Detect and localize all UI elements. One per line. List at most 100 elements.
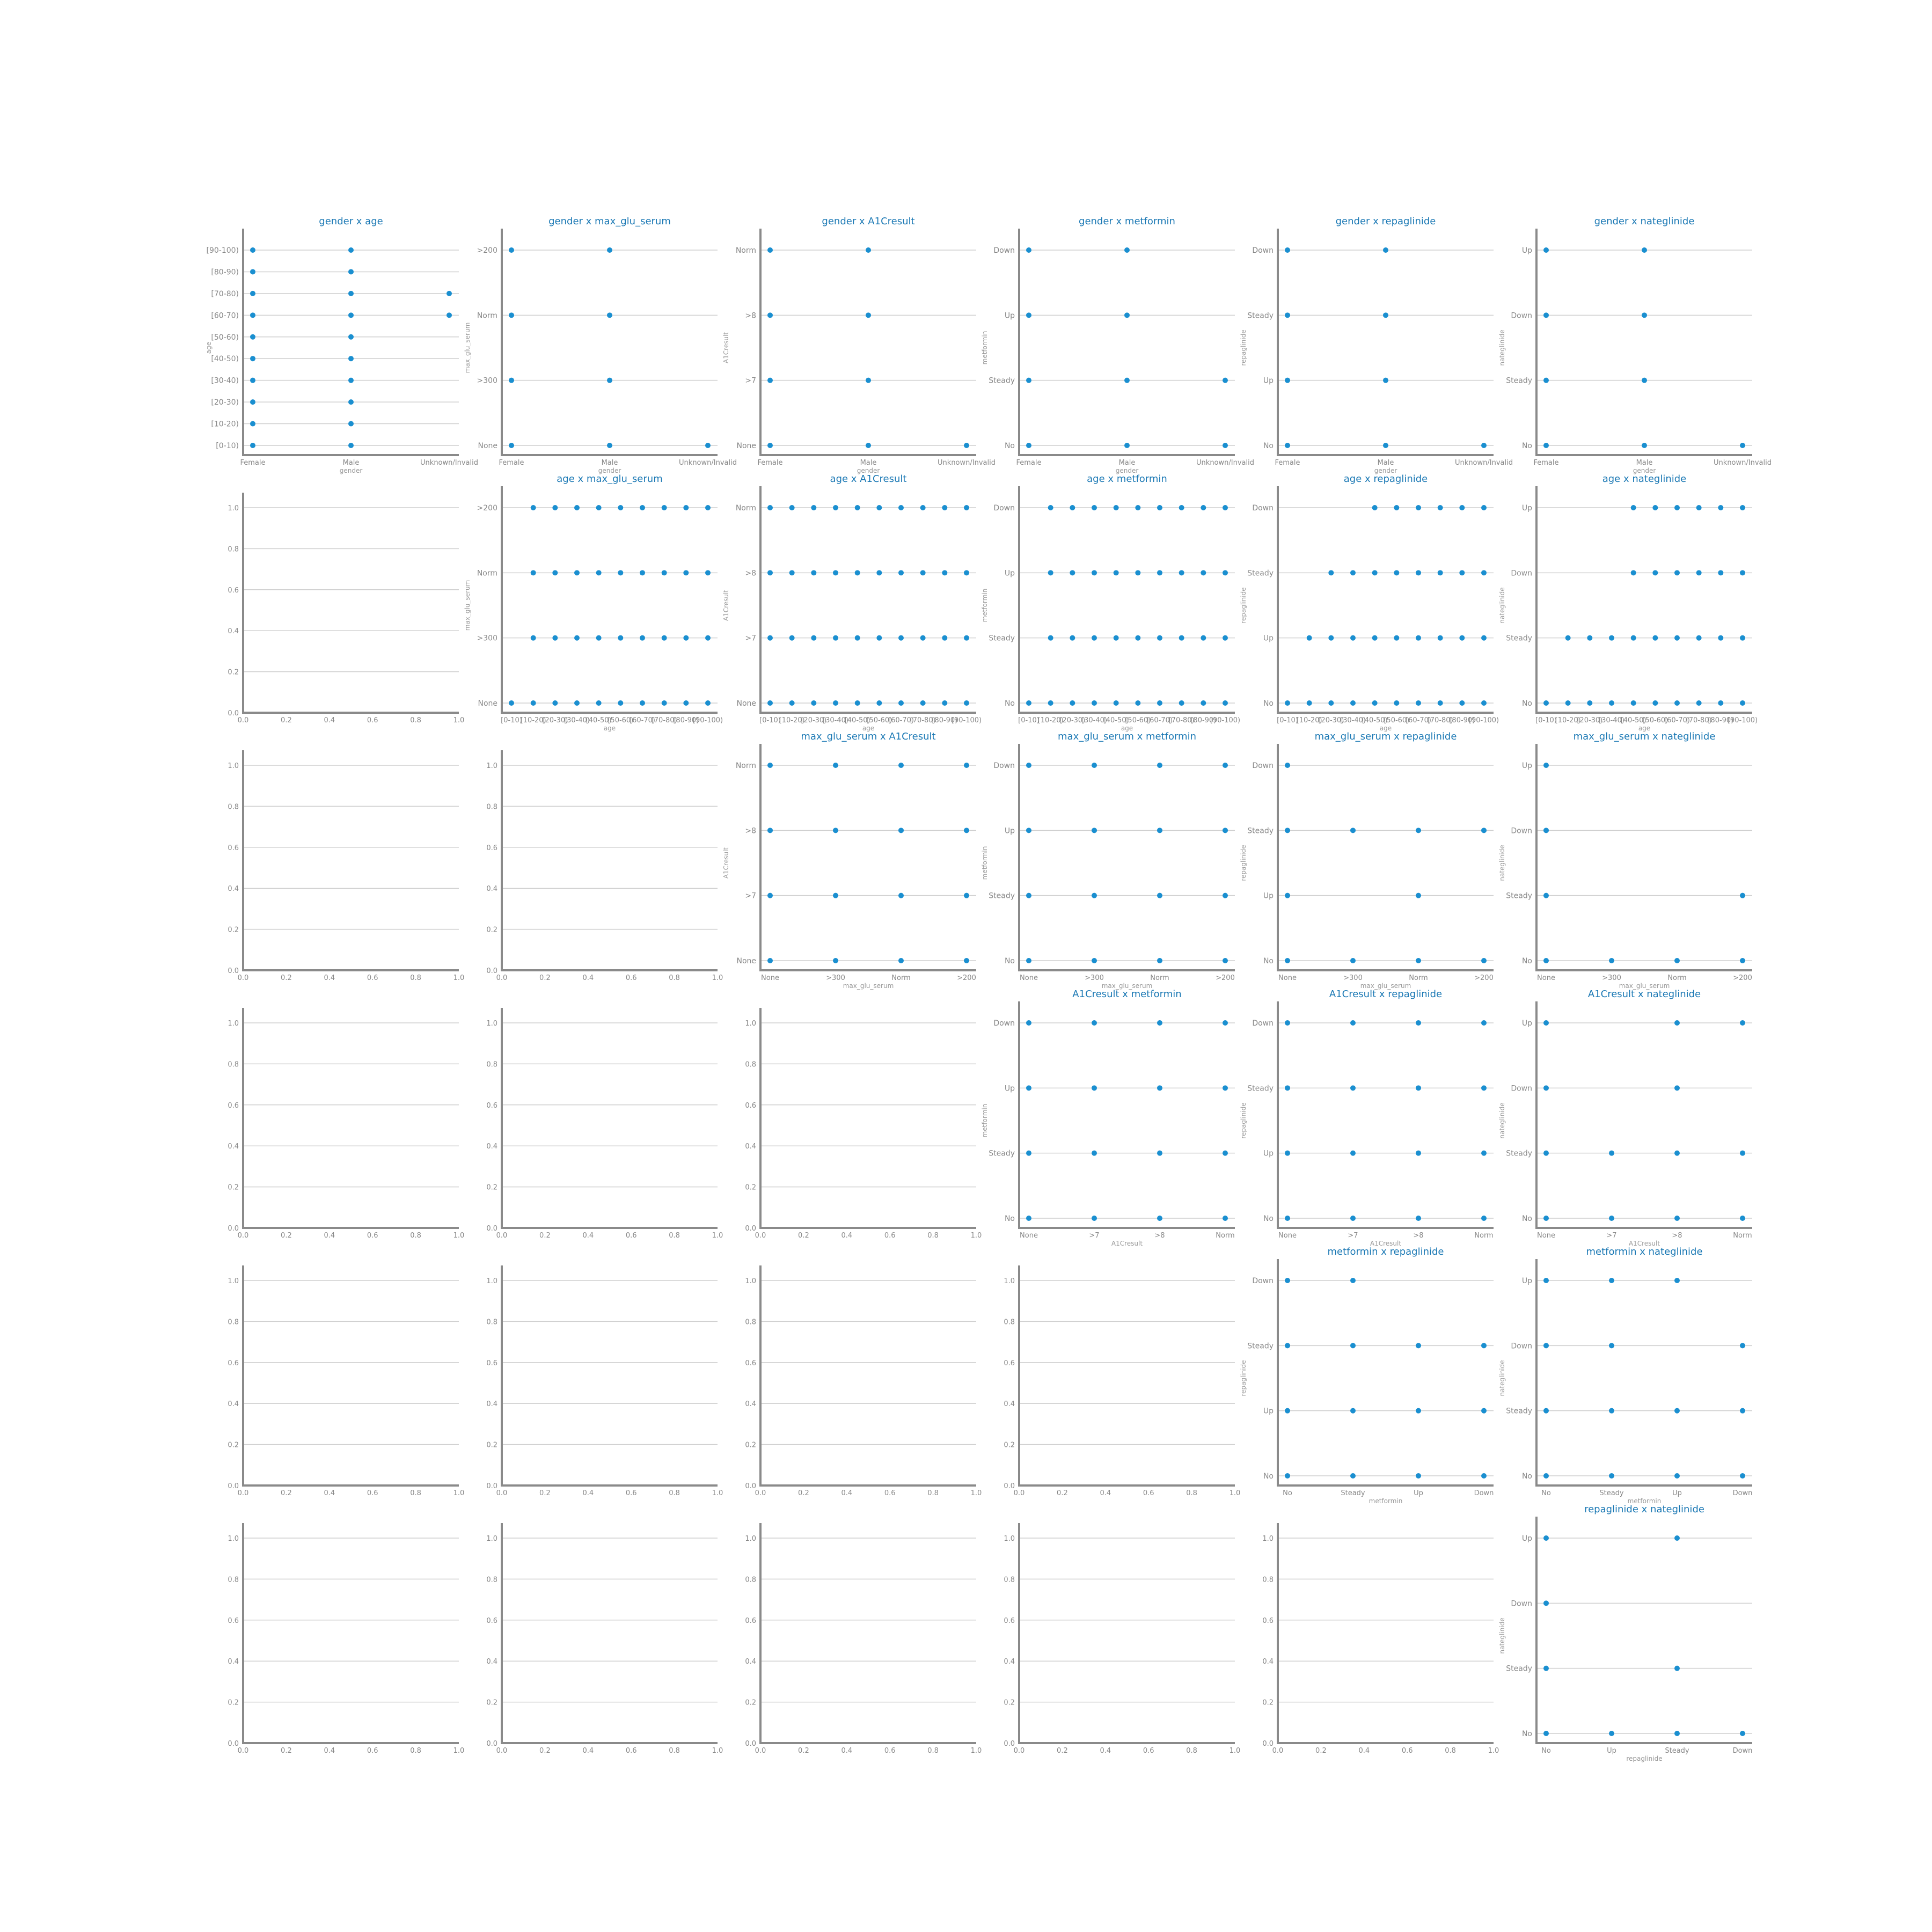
data-point [1565,700,1571,706]
subplot-title: gender x A1Cresult [822,216,914,227]
y-tick-label: No [1522,699,1532,708]
data-point [1740,892,1745,898]
data-point [767,377,773,383]
data-point [1674,700,1680,706]
data-point [1674,1731,1680,1736]
y-tick-label: Steady [1247,1342,1274,1350]
data-point [1285,1150,1290,1156]
data-point [1674,1278,1680,1283]
data-point [1394,570,1400,576]
x-tick-label: 1.0 [971,1747,982,1755]
data-point [250,356,255,362]
x-tick-label: Unknown/Invalid [420,459,478,467]
x-tick-label: >200 [1733,974,1752,982]
data-point [767,635,773,641]
subplot-0-4: No Up Steady Down Female Male Unknown/Invalid g… [1240,216,1513,474]
x-tick-label: >200 [1474,974,1494,982]
data-point [1223,1150,1228,1156]
y-axis-label: metformin [981,589,989,623]
data-point [1328,700,1334,706]
data-point [1328,570,1334,576]
data-point [767,828,773,833]
y-tick-label: 0.4 [486,1400,497,1408]
data-point [1674,1535,1680,1541]
data-point [1285,828,1290,833]
x-tick-label: Female [240,459,265,467]
data-point [1740,1020,1745,1026]
y-axis-label: repaglinide [1240,1360,1247,1396]
data-point [1135,700,1141,706]
pairwise-scatter-grid: [0-10) [10-20) [20-30) [30-40) [40-50) [50-60… [205,216,1772,1762]
x-tick-label: 0.2 [1057,1489,1068,1497]
data-point [1372,570,1378,576]
y-tick-label: Up [1263,892,1274,901]
y-tick-label: 0.8 [228,1576,239,1584]
x-tick-label: Unknown/Invalid [1714,459,1772,467]
y-tick-label: Steady [1247,569,1274,577]
data-point [1630,635,1636,641]
x-tick-label: 0.4 [324,974,335,982]
data-point [1543,1278,1549,1283]
y-tick-label: Down [1252,1019,1274,1028]
x-axis-label: metformin [1369,1497,1403,1505]
x-tick-label: 1.0 [712,974,723,982]
data-point [1135,505,1141,510]
y-tick-label: [40-50) [211,355,239,363]
x-tick-label: [0-10) [1535,716,1557,724]
data-point [1609,1216,1614,1221]
y-axis-label: metformin [981,1104,989,1138]
data-point [1459,700,1465,706]
y-tick-label: Down [1511,569,1532,577]
x-tick-label: Norm [1150,974,1169,982]
y-tick-label: No [1263,699,1274,708]
data-point [1740,958,1745,963]
y-tick-label: 0.6 [1004,1617,1015,1625]
y-axis-label: repaglinide [1240,330,1247,365]
data-point [1285,247,1290,253]
data-point [661,635,667,641]
data-point [661,700,667,706]
data-point [767,505,773,510]
data-point [1048,505,1053,510]
x-tick-label: 0.6 [626,974,637,982]
y-tick-label: 0.8 [228,1060,239,1069]
x-tick-label: 1.0 [453,716,465,724]
x-tick-label: 0.0 [496,974,508,982]
x-tick-label: 1.0 [453,1232,465,1240]
x-tick-label: 0.0 [755,1489,766,1497]
data-point [833,892,838,898]
data-point [661,505,667,510]
data-point [1070,700,1075,706]
data-point [1157,505,1162,510]
subplot-4-3: 0.00.00.20.20.40.40.60.60.80.81.01.0 [1004,1265,1240,1497]
y-tick-label: 0.4 [228,885,239,893]
y-tick-label: 0.8 [486,1576,497,1584]
data-point [1350,1278,1356,1283]
data-point [1609,700,1614,706]
x-tick-label: None [1278,1232,1297,1240]
y-tick-label: Up [1522,1534,1532,1543]
data-point [1223,1020,1228,1026]
data-point [1383,377,1388,383]
y-tick-label: 1.0 [228,762,239,770]
x-tick-label: 0.2 [1315,1747,1327,1755]
data-point [1026,1085,1031,1091]
data-point [1026,312,1031,318]
x-tick-label: 0.4 [582,1747,594,1755]
y-tick-label: 0.2 [228,669,239,677]
data-point [1543,958,1549,963]
x-tick-label: No [1541,1747,1551,1755]
y-tick-label: 1.0 [228,1535,239,1543]
data-point [705,700,711,706]
y-tick-label: None [478,699,497,708]
data-point [1113,505,1119,510]
data-point [964,700,969,706]
data-point [1157,1150,1162,1156]
data-point [1092,1020,1097,1026]
data-point [1642,443,1647,448]
y-axis-label: A1Cresult [722,847,730,879]
x-tick-label: 0.8 [927,1747,939,1755]
y-tick-label: 0.8 [745,1060,756,1069]
data-point [1350,1216,1356,1221]
y-tick-label: Steady [989,892,1015,901]
